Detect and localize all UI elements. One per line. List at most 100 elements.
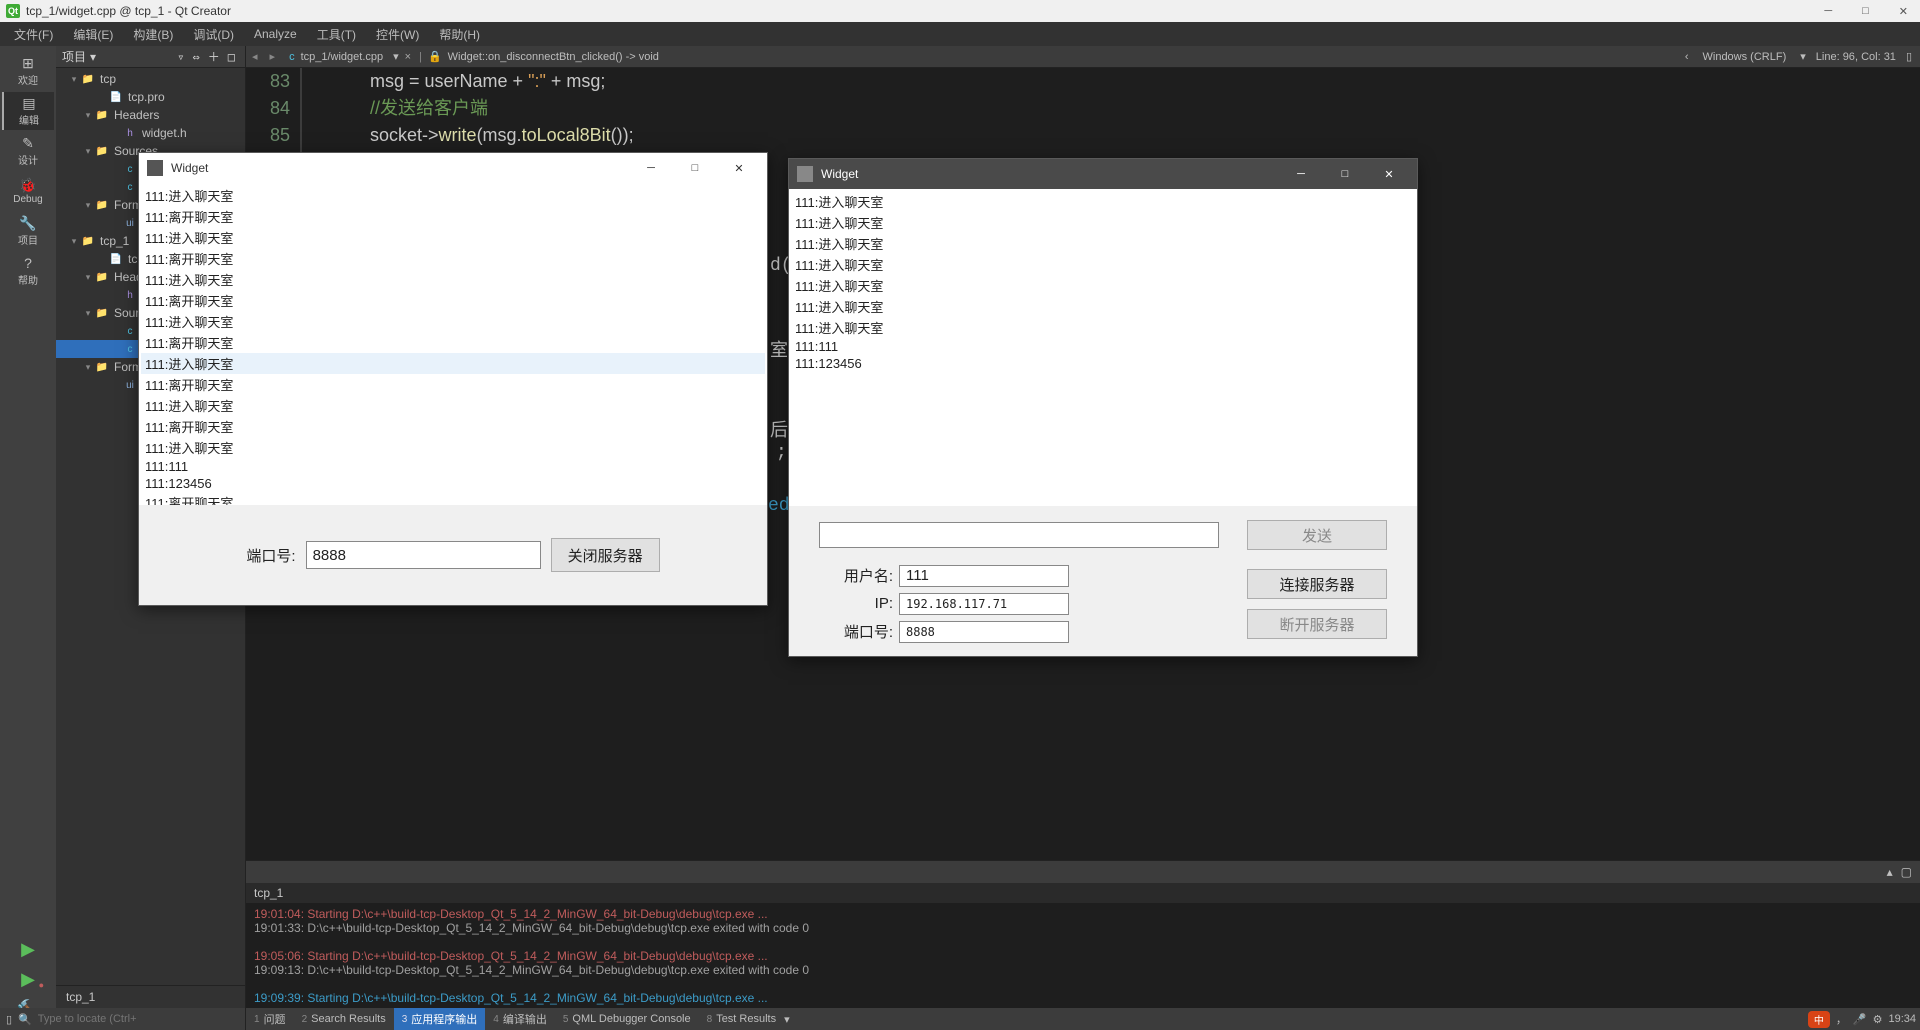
minimize-button[interactable]: ─ (631, 162, 671, 175)
list-item[interactable]: 111:进入聊天室 (791, 233, 1415, 254)
send-button[interactable]: 发送 (1247, 520, 1387, 550)
maximize-button[interactable]: □ (1325, 168, 1365, 181)
list-item[interactable]: 111:进入聊天室 (791, 317, 1415, 338)
add-icon[interactable]: ＋ (204, 48, 224, 65)
menu-build[interactable]: 构建(B) (123, 23, 183, 46)
list-item[interactable]: 111:进入聊天室 (791, 254, 1415, 275)
disconnect-button[interactable]: 断开服务器 (1247, 609, 1387, 639)
dropdown-icon[interactable]: ▾ (393, 50, 399, 63)
connect-button[interactable]: 连接服务器 (1247, 569, 1387, 599)
split-h-icon[interactable]: ▯ (1906, 50, 1912, 63)
mode-projects[interactable]: 🔧项目 (2, 212, 54, 250)
output-line (254, 935, 1912, 949)
kit-target[interactable]: tcp_1 (56, 986, 245, 1008)
list-item[interactable]: 111:进入聊天室 (141, 395, 765, 416)
mode-debug[interactable]: 🐞Debug (2, 172, 54, 210)
mode-welcome[interactable]: ⊞欢迎 (2, 52, 54, 90)
list-item[interactable]: 111:离开聊天室 (141, 492, 765, 505)
list-item[interactable]: 111:进入聊天室 (791, 296, 1415, 317)
list-item[interactable]: 111:进入聊天室 (141, 185, 765, 206)
ime-indicator[interactable]: 中 (1808, 1011, 1830, 1028)
list-item[interactable]: 111:进入聊天室 (791, 191, 1415, 212)
run-button[interactable]: ▶ (2, 934, 54, 964)
list-item[interactable]: 111:进入聊天室 (141, 437, 765, 458)
maximize-button[interactable]: □ (675, 162, 715, 175)
mode-help[interactable]: ?帮助 (2, 252, 54, 290)
pane-tests[interactable]: 8Test Results▾ (699, 1008, 798, 1030)
debug-run-button[interactable]: ▶● (2, 964, 54, 994)
list-item[interactable]: 111:离开聊天室 (141, 290, 765, 311)
port-input[interactable] (306, 541, 541, 569)
client-log-list[interactable]: 111:进入聊天室111:进入聊天室111:进入聊天室111:进入聊天室111:… (789, 189, 1417, 506)
pane-search[interactable]: 2Search Results (294, 1008, 394, 1030)
minimize-button[interactable]: ─ (1818, 3, 1838, 20)
close-panel-icon[interactable]: ▢ (1901, 865, 1912, 879)
settings-icon[interactable]: ⚙ (1873, 1013, 1883, 1026)
message-input[interactable] (819, 522, 1219, 548)
chevron-left-icon[interactable]: ‹ (1685, 51, 1689, 63)
server-titlebar[interactable]: Widget ─ □ ✕ (139, 153, 767, 183)
list-item[interactable]: 111:123456 (141, 475, 765, 492)
list-item[interactable]: 111:111 (141, 458, 765, 475)
list-item[interactable]: 111:离开聊天室 (141, 206, 765, 227)
tree-headers[interactable]: ▾📁Headers (56, 106, 245, 124)
close-button[interactable]: ✕ (1893, 3, 1914, 20)
ip-input[interactable] (899, 593, 1069, 615)
menu-debug[interactable]: 调试(D) (183, 23, 244, 46)
tree-widget-h[interactable]: hwidget.h (56, 124, 245, 142)
project-dropdown-icon[interactable]: ▾ (90, 50, 96, 64)
link-icon[interactable]: ⇔ (189, 50, 204, 64)
mode-design[interactable]: ✎设计 (2, 132, 54, 170)
editor-tab[interactable]: c tcp_1/widget.cpp ▾ × (281, 46, 419, 67)
list-item[interactable]: 111:123456 (791, 355, 1415, 372)
server-widget-window[interactable]: Widget ─ □ ✕ 111:进入聊天室111:离开聊天室111:进入聊天室… (138, 152, 768, 606)
nav-back-icon[interactable]: ◂ (246, 50, 264, 63)
encoding-label[interactable]: Windows (CRLF) (1703, 51, 1787, 63)
server-log-list[interactable]: 111:进入聊天室111:离开聊天室111:进入聊天室111:离开聊天室111:… (139, 183, 767, 505)
chevron-down-icon[interactable]: ▾ (1800, 50, 1806, 63)
tree-tcp[interactable]: ▾📁tcp (56, 70, 245, 88)
list-item[interactable]: 111:进入聊天室 (141, 353, 765, 374)
mic-icon[interactable]: 🎤 (1853, 1013, 1867, 1026)
pane-qml[interactable]: 5QML Debugger Console (555, 1008, 699, 1030)
menu-edit[interactable]: 编辑(E) (63, 23, 123, 46)
menu-file[interactable]: 文件(F) (4, 23, 63, 46)
tree-tcp-pro[interactable]: 📄tcp.pro (56, 88, 245, 106)
minimize-button[interactable]: ─ (1281, 168, 1321, 181)
client-port-input[interactable] (899, 621, 1069, 643)
nav-fwd-icon[interactable]: ▸ (264, 50, 282, 63)
collapse-icon[interactable]: ▴ (1887, 865, 1893, 879)
close-server-button[interactable]: 关闭服务器 (551, 538, 660, 572)
list-item[interactable]: 111:进入聊天室 (141, 227, 765, 248)
list-item[interactable]: 111:离开聊天室 (141, 374, 765, 395)
split-icon[interactable]: □ (224, 50, 239, 64)
output-tab[interactable]: tcp_1 (254, 886, 283, 900)
filter-icon[interactable]: ▿ (173, 50, 188, 64)
list-item[interactable]: 111:进入聊天室 (791, 275, 1415, 296)
pane-app-output[interactable]: 3应用程序输出 (394, 1008, 486, 1030)
list-item[interactable]: 111:进入聊天室 (141, 269, 765, 290)
client-widget-window[interactable]: Widget ─ □ ✕ 111:进入聊天室111:进入聊天室111:进入聊天室… (788, 158, 1418, 657)
menu-widgets[interactable]: 控件(W) (366, 23, 429, 46)
close-button[interactable]: ✕ (719, 162, 759, 175)
maximize-button[interactable]: □ (1856, 3, 1875, 20)
locator-input[interactable] (38, 1013, 239, 1025)
menu-help[interactable]: 帮助(H) (429, 23, 490, 46)
username-input[interactable] (899, 565, 1069, 587)
locator[interactable]: ▯ 🔍 (0, 1008, 246, 1030)
list-item[interactable]: 111:进入聊天室 (141, 311, 765, 332)
pane-issues[interactable]: 1问题 (246, 1008, 294, 1030)
mode-edit[interactable]: ▤编辑 (2, 92, 54, 130)
pane-compile[interactable]: 4编译输出 (485, 1008, 555, 1030)
list-item[interactable]: 111:111 (791, 338, 1415, 355)
menu-analyze[interactable]: Analyze (244, 24, 307, 44)
close-button[interactable]: ✕ (1369, 168, 1409, 181)
list-item[interactable]: 111:离开聊天室 (141, 416, 765, 437)
close-tab-icon[interactable]: × (405, 51, 411, 63)
breadcrumb[interactable]: Widget::on_disconnectBtn_clicked() -> vo… (448, 51, 659, 63)
list-item[interactable]: 111:进入聊天室 (791, 212, 1415, 233)
list-item[interactable]: 111:离开聊天室 (141, 248, 765, 269)
menu-tools[interactable]: 工具(T) (307, 23, 366, 46)
client-titlebar[interactable]: Widget ─ □ ✕ (789, 159, 1417, 189)
list-item[interactable]: 111:离开聊天室 (141, 332, 765, 353)
